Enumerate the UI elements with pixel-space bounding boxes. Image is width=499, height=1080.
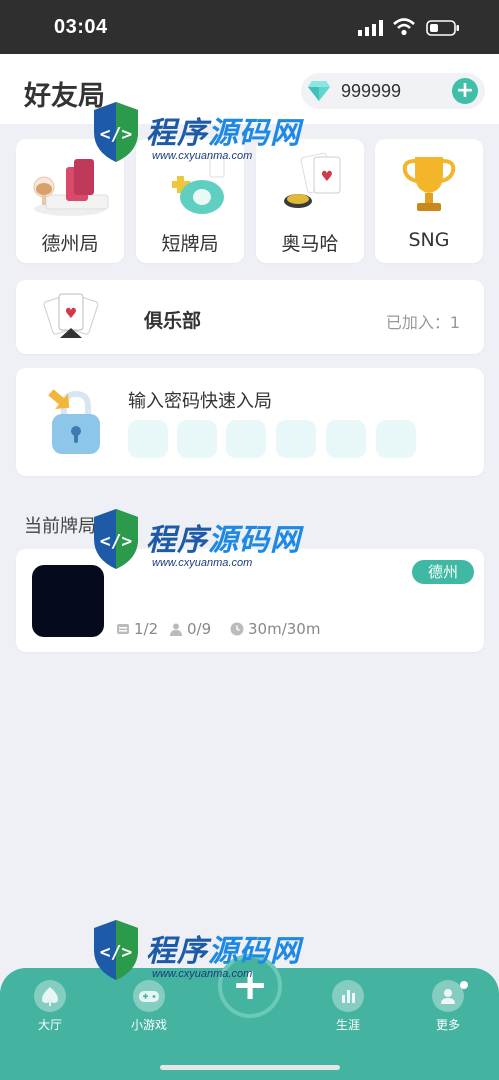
club-title: 俱乐部 (144, 310, 202, 332)
lock-icon (48, 389, 100, 454)
status-bar: 03:04 (0, 0, 499, 54)
table-icon (117, 624, 129, 634)
game-card-label: 短牌局 (161, 233, 219, 255)
stats-icon (332, 980, 364, 1012)
club-card[interactable]: ♥ 俱乐部 已加入：1 (16, 280, 484, 354)
nav-label: 更多 (435, 1018, 460, 1032)
watermark-url: www.cxyuanma.com (152, 968, 253, 980)
diamond-balance[interactable]: 999999 + (301, 73, 485, 109)
home-indicator (160, 1065, 340, 1070)
password-join-card: 输入密码快速入局 (16, 368, 484, 476)
password-digit-box[interactable] (128, 420, 168, 458)
password-digit-box[interactable] (376, 420, 416, 458)
clock-icon (230, 622, 244, 636)
table-time-text: 30m/30m (248, 620, 321, 638)
watermark: </> 程序源码网 www.cxyuanma.com (88, 503, 318, 593)
watermark-text: 程序源码网 (146, 523, 301, 558)
battery-icon (426, 20, 459, 36)
watermark-url: www.cxyuanma.com (152, 557, 253, 569)
watermark: </> 程序源码网 www.cxyuanma.com (88, 96, 318, 186)
watermark-shield-icon: </> (94, 102, 138, 162)
game-card-sng[interactable]: SNG (375, 139, 483, 263)
table-seats-text: 1/2 (134, 620, 159, 638)
trophy-icon (402, 157, 456, 211)
password-digit-box[interactable] (276, 420, 316, 458)
nav-label: 大厅 (37, 1018, 62, 1032)
nav-label: 生涯 (335, 1018, 360, 1032)
nav-item-more[interactable]: 更多 (413, 980, 483, 1040)
balance-amount: 999999 (341, 81, 402, 101)
password-digit-box[interactable] (326, 420, 366, 458)
section-title-current-tables: 当前牌局 (24, 516, 96, 537)
game-card-label: 奥马哈 (281, 233, 339, 255)
user-icon (170, 623, 182, 636)
svg-text:</>: </> (100, 124, 133, 145)
signal-icon (358, 20, 383, 36)
table-seats: 1/2 (116, 620, 158, 638)
nav-item-lobby[interactable]: 大厅 (15, 980, 85, 1040)
game-card-label: 德州局 (41, 233, 99, 255)
watermark-shield-icon: </> (94, 920, 138, 980)
watermark-text: 程序源码网 (146, 934, 301, 969)
table-type-tag: 德州 (412, 560, 474, 584)
svg-text:♥: ♥ (65, 306, 78, 322)
table-time: 30m/30m (230, 620, 320, 638)
wifi-icon (393, 18, 415, 36)
svg-text:♥: ♥ (321, 169, 334, 185)
watermark: </> 程序源码网 www.cxyuanma.com (88, 914, 318, 1004)
notification-dot (460, 981, 468, 989)
add-diamond-button[interactable]: + (452, 78, 478, 104)
password-digit-box[interactable] (177, 420, 217, 458)
club-joined-count: 已加入：1 (385, 313, 460, 332)
status-time: 03:04 (54, 16, 108, 38)
nav-item-career[interactable]: 生涯 (313, 980, 383, 1040)
spade-icon (34, 980, 66, 1012)
password-digit-box[interactable] (226, 420, 266, 458)
table-players: 0/9 (169, 620, 211, 638)
table-players-text: 0/9 (187, 620, 212, 638)
nav-label: 小游戏 (130, 1018, 167, 1032)
watermark-shield-icon: </> (94, 509, 138, 569)
password-title: 输入密码快速入局 (128, 391, 272, 412)
game-card-label: SNG (408, 229, 450, 251)
watermark-url: www.cxyuanma.com (152, 150, 253, 162)
svg-text:</>: </> (100, 942, 133, 963)
svg-text:</>: </> (100, 531, 133, 552)
watermark-text: 程序源码网 (146, 116, 301, 151)
playing-cards-icon: ♥ (43, 293, 99, 338)
